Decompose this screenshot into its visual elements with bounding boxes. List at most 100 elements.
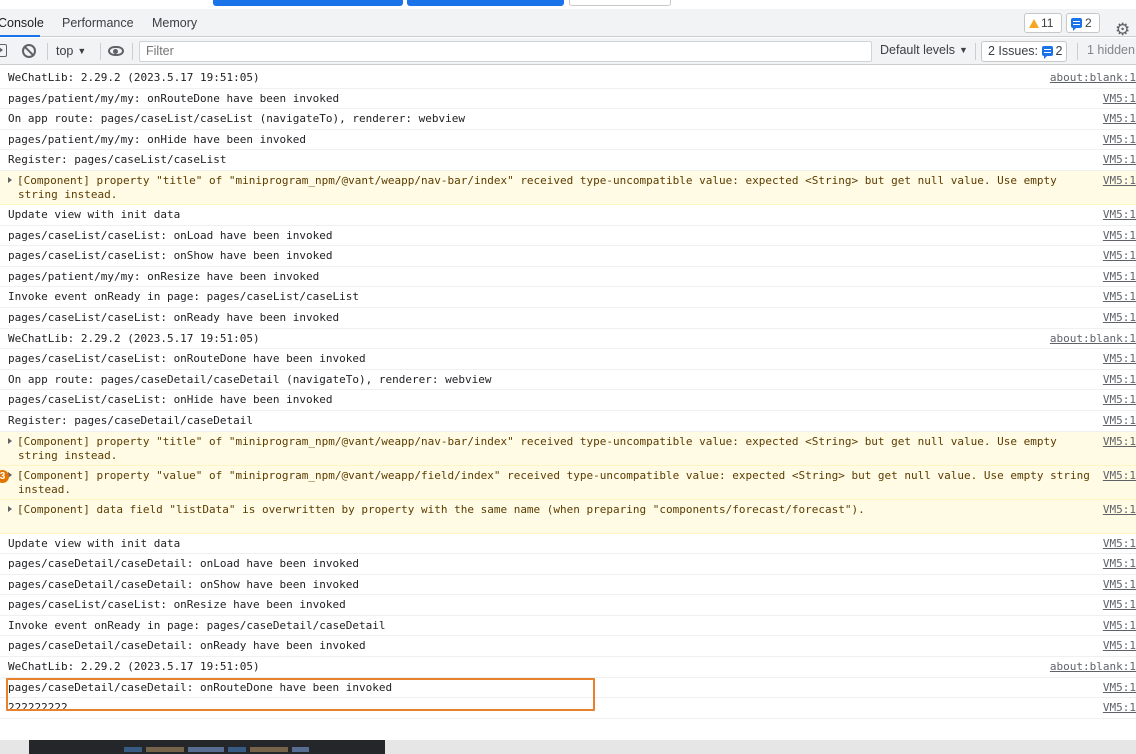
console-log-row[interactable]: pages/caseList/caseList: onLoad have bee…	[0, 226, 1136, 247]
source-link[interactable]: VM5:1	[1099, 92, 1136, 106]
console-warning-row[interactable]: 3 [Component] property "value" of "minipr…	[0, 465, 1136, 500]
source-link[interactable]: VM5:1	[1099, 153, 1136, 167]
console-log-row[interactable]: On app route: pages/caseDetail/caseDetai…	[0, 370, 1136, 391]
source-link[interactable]: VM5:1	[1098, 468, 1136, 483]
message-text: [Component] property "title" of "minipro…	[17, 434, 1064, 462]
console-warning-row[interactable]: [Component] property "title" of "minipro…	[0, 431, 1136, 466]
source-link[interactable]: VM5:1	[1099, 537, 1136, 551]
source-link[interactable]: VM5:1	[1099, 393, 1136, 407]
highlight-box	[6, 678, 595, 711]
message-text: pages/caseList/caseList: onHide have bee…	[8, 393, 333, 407]
message-text: [Component] data field "listData" is ove…	[17, 502, 865, 516]
console-log-row[interactable]: pages/caseList/caseList: onShow have bee…	[0, 246, 1136, 267]
console-log-row[interactable]: WeChatLib: 2.29.2 (2023.5.17 19:51:05) ab…	[0, 329, 1136, 350]
console-log-row[interactable]: WeChatLib: 2.29.2 (2023.5.17 19:51:05) ab…	[0, 68, 1136, 89]
console-log-row[interactable]: pages/patient/my/my: onResize have been …	[0, 267, 1136, 288]
toolbar-button-fragment[interactable]	[213, 0, 403, 6]
source-link[interactable]: VM5:1	[1099, 557, 1136, 571]
console-log-row[interactable]: On app route: pages/caseList/caseList (n…	[0, 109, 1136, 130]
toolbar-button-fragment[interactable]	[569, 0, 671, 6]
console-warning-row[interactable]: [Component] property "title" of "minipro…	[0, 170, 1136, 205]
source-link[interactable]: VM5:1	[1099, 112, 1136, 126]
console-message-text: pages/caseDetail/caseDetail: onLoad have…	[8, 557, 359, 570]
gear-icon[interactable]: ⚙	[1115, 22, 1131, 39]
console-warning-row[interactable]: [Component] data field "listData" is ove…	[0, 499, 1136, 534]
issues-button[interactable]: 2 Issues: 2	[981, 41, 1067, 62]
source-link[interactable]: VM5:1	[1099, 701, 1136, 715]
message-text: Register: pages/caseDetail/caseDetail	[8, 413, 254, 427]
source-link[interactable]: VM5:1	[1099, 249, 1136, 263]
console-log-row[interactable]: Register: pages/caseDetail/caseDetail VM5…	[0, 411, 1136, 432]
source-link[interactable]: about:blank:1	[1046, 71, 1136, 85]
source-link[interactable]: VM5:1	[1099, 311, 1136, 325]
console-message-text: pages/patient/my/my: onHide have been in…	[8, 133, 306, 146]
message-text: pages/patient/my/my: onResize have been …	[8, 269, 320, 283]
expand-triangle-icon[interactable]	[8, 437, 12, 444]
console-log-row[interactable]: pages/caseList/caseList: onRouteDone hav…	[0, 349, 1136, 370]
console-message-text: Register: pages/caseList/caseList	[8, 153, 227, 166]
console-messages[interactable]: WeChatLib: 2.29.2 (2023.5.17 19:51:05) ab…	[0, 68, 1136, 719]
log-levels-dropdown[interactable]: Default levels ▼	[880, 38, 968, 65]
warnings-badge[interactable]: 11	[1024, 13, 1062, 33]
source-link[interactable]: VM5:1	[1099, 270, 1136, 284]
console-log-row[interactable]: Update view with init data VM5:1	[0, 534, 1136, 555]
clear-console-icon[interactable]	[22, 44, 36, 58]
source-link[interactable]: VM5:1	[1099, 290, 1136, 304]
context-selector[interactable]: top ▼	[56, 38, 86, 65]
console-log-row[interactable]: pages/caseList/caseList: onReady have be…	[0, 308, 1136, 329]
source-link[interactable]: about:blank:1	[1046, 660, 1136, 674]
message-text: [Component] property "value" of "minipro…	[17, 468, 1097, 496]
console-log-row[interactable]: Register: pages/caseList/caseList VM5:1	[0, 150, 1136, 171]
source-link[interactable]: VM5:1	[1099, 681, 1136, 695]
source-link[interactable]: VM5:1	[1099, 208, 1136, 222]
source-link[interactable]: VM5:1	[1098, 173, 1136, 188]
console-log-row[interactable]: pages/caseDetail/caseDetail: onShow have…	[0, 575, 1136, 596]
console-log-row[interactable]: pages/caseDetail/caseDetail: onReady hav…	[0, 636, 1136, 658]
console-message-text: pages/caseList/caseList: onLoad have bee…	[8, 229, 333, 242]
source-link[interactable]: VM5:1	[1099, 598, 1136, 612]
console-log-row[interactable]: pages/caseDetail/caseDetail: onLoad have…	[0, 554, 1136, 575]
tab-memory[interactable]: Memory	[152, 9, 197, 37]
source-link[interactable]: VM5:1	[1099, 619, 1136, 633]
tab-performance[interactable]: Performance	[62, 9, 134, 37]
source-link[interactable]: about:blank:1	[1046, 332, 1136, 346]
source-link[interactable]: VM5:1	[1099, 639, 1136, 653]
context-label: top	[56, 44, 74, 58]
toolbar-button-fragment[interactable]	[407, 0, 564, 6]
message-text: pages/caseList/caseList: onLoad have bee…	[8, 228, 333, 242]
show-sidebar-icon[interactable]	[0, 44, 7, 57]
source-link[interactable]: VM5:1	[1099, 578, 1136, 592]
console-log-row[interactable]: pages/patient/my/my: onHide have been in…	[0, 130, 1136, 151]
message-text: pages/caseDetail/caseDetail: onReady hav…	[8, 639, 366, 653]
console-log-row[interactable]: Update view with init data VM5:1	[0, 205, 1136, 226]
issues-label: 2 Issues:	[988, 44, 1039, 58]
console-message-text: WeChatLib: 2.29.2 (2023.5.17 19:51:05)	[8, 332, 260, 345]
console-log-row[interactable]: pages/caseList/caseList: onResize have b…	[0, 595, 1136, 616]
console-log-row[interactable]: Invoke event onReady in page: pages/case…	[0, 616, 1136, 637]
editor-strip	[0, 740, 1136, 754]
tab-console[interactable]: Console	[0, 9, 44, 37]
console-message-text: pages/patient/my/my: onRouteDone have be…	[8, 92, 339, 105]
messages-badge[interactable]: 2	[1066, 13, 1100, 33]
filter-input[interactable]: Filter	[139, 41, 872, 62]
divider	[100, 43, 101, 60]
expand-triangle-icon[interactable]	[8, 176, 12, 183]
live-expression-eye-icon[interactable]	[108, 46, 124, 56]
console-log-row[interactable]: pages/patient/my/my: onRouteDone have be…	[0, 89, 1136, 110]
console-log-row[interactable]: Invoke event onReady in page: pages/case…	[0, 287, 1136, 308]
source-link[interactable]: VM5:1	[1098, 434, 1136, 449]
source-link[interactable]: VM5:1	[1099, 352, 1136, 366]
source-link[interactable]: VM5:1	[1099, 229, 1136, 243]
source-link[interactable]: VM5:1	[1099, 373, 1136, 387]
console-message-text: pages/caseList/caseList: onReady have be…	[8, 311, 339, 324]
message-text: pages/caseList/caseList: onReady have be…	[8, 310, 340, 324]
warnings-count: 11	[1041, 16, 1054, 30]
console-log-row[interactable]: pages/caseList/caseList: onHide have bee…	[0, 390, 1136, 411]
console-log-row[interactable]: WeChatLib: 2.29.2 (2023.5.17 19:51:05) ab…	[0, 657, 1136, 678]
message-text: Update view with init data	[8, 536, 181, 550]
expand-triangle-icon[interactable]	[8, 505, 12, 512]
source-link[interactable]: VM5:1	[1099, 414, 1136, 428]
source-link[interactable]: VM5:1	[1099, 133, 1136, 147]
message-text: WeChatLib: 2.29.2 (2023.5.17 19:51:05)	[8, 660, 260, 674]
source-link[interactable]: VM5:1	[1098, 502, 1136, 517]
